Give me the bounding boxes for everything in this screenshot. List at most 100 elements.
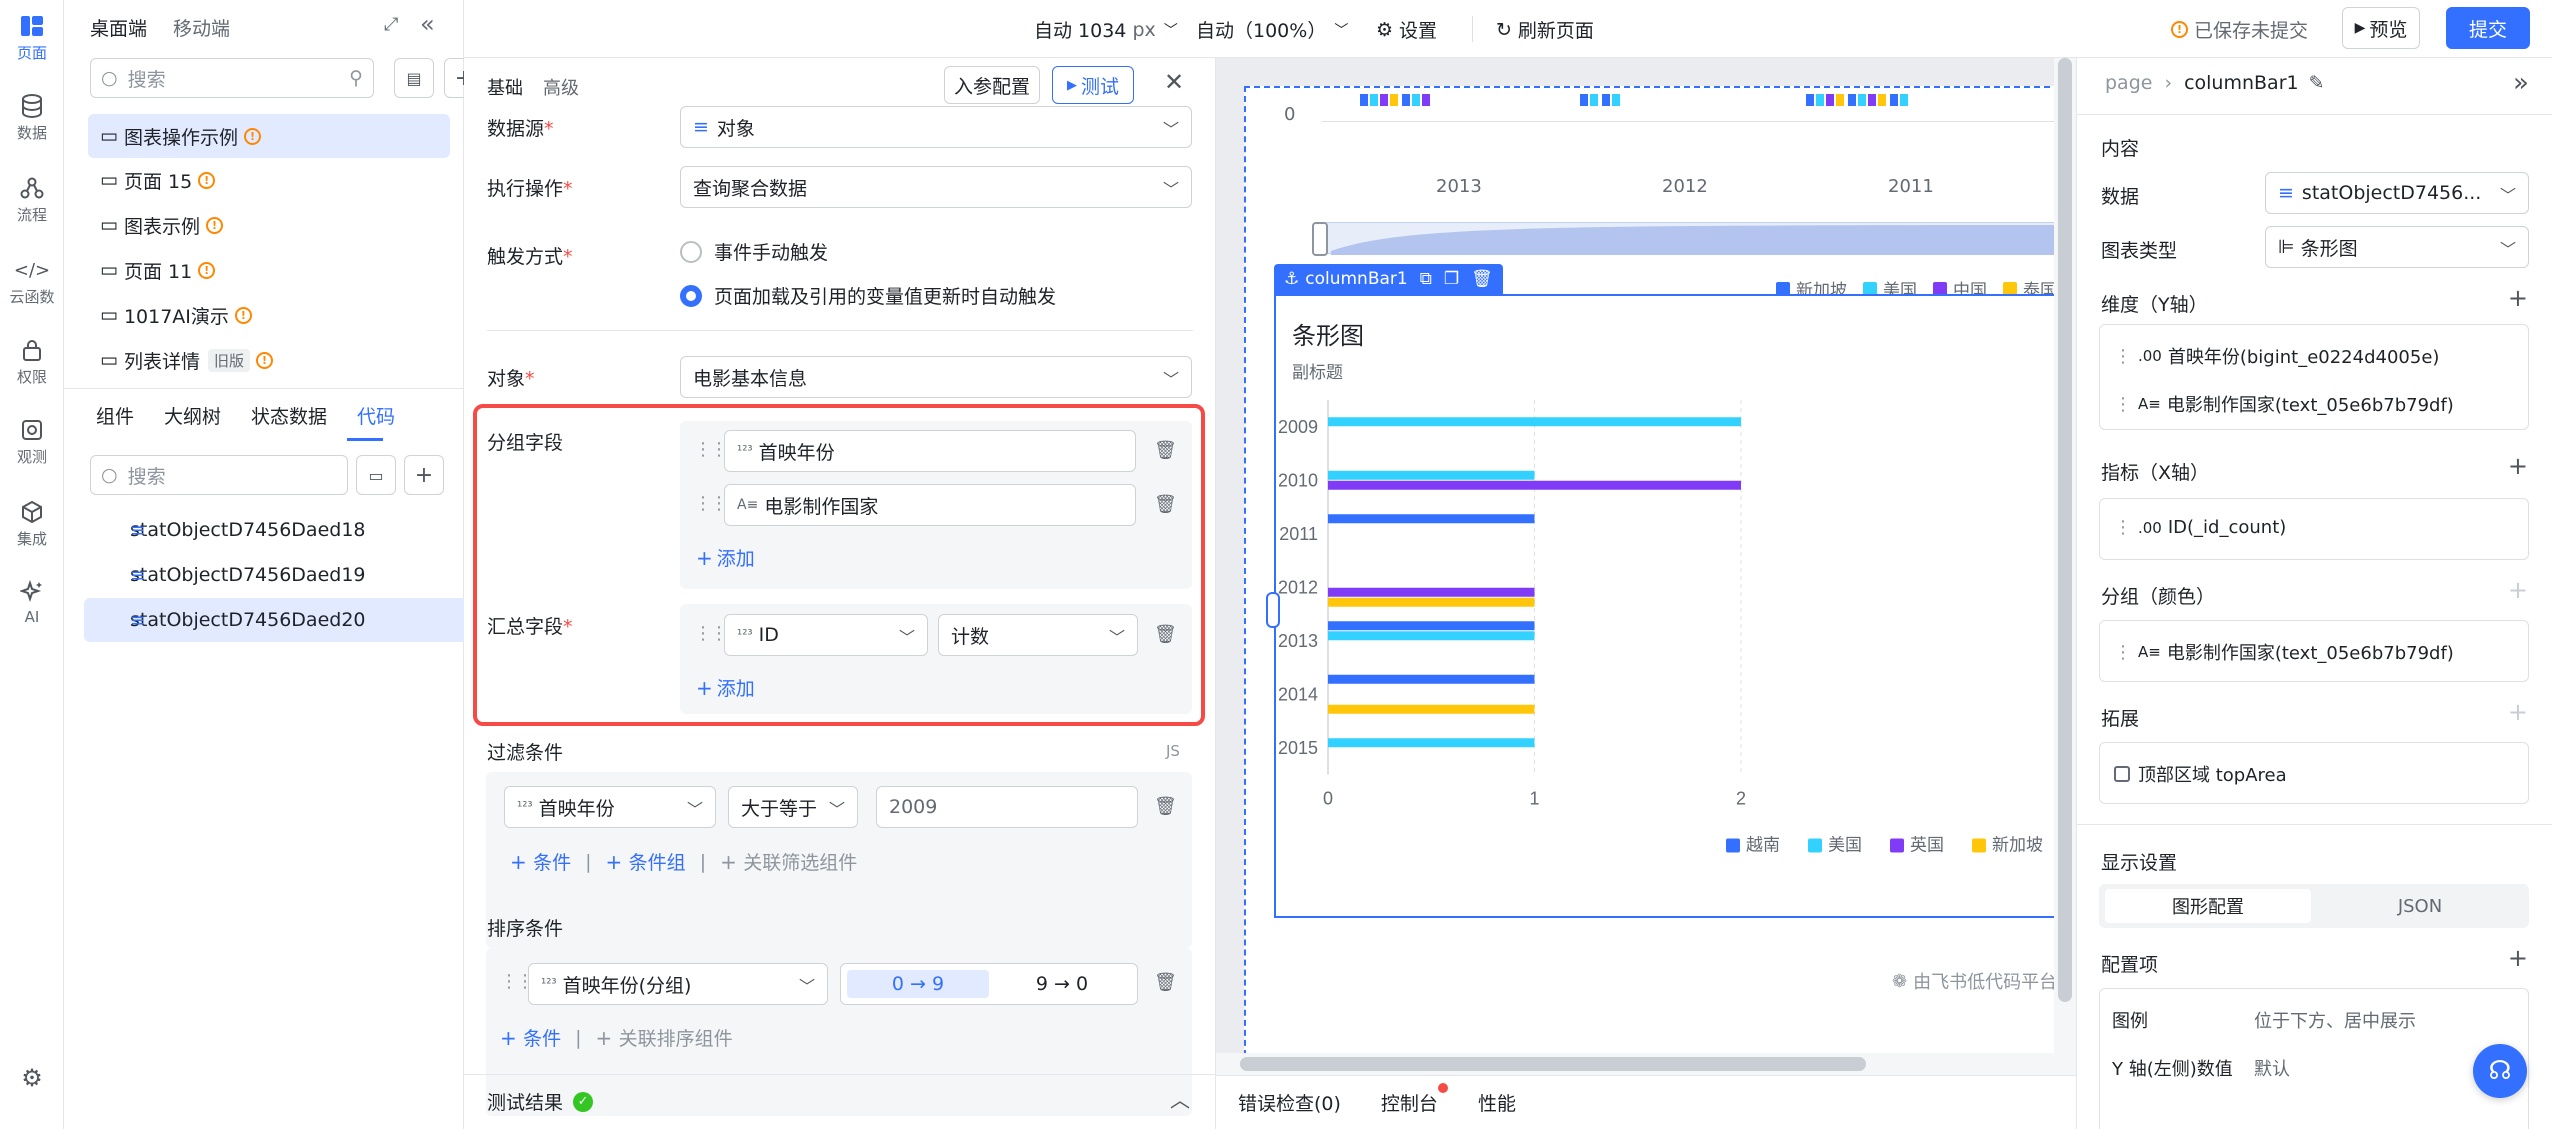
trigger-radio-auto[interactable]: 页面加载及引用的变量值更新时自动触发	[680, 282, 1056, 309]
rail-observe[interactable]: 观测	[0, 418, 64, 467]
rail-cloud-function[interactable]: </> 云函数	[0, 258, 64, 307]
scrollbar-thumb[interactable]	[2058, 58, 2072, 1002]
collapse-icon[interactable]: «	[420, 10, 435, 38]
error-check-tab[interactable]: 错误检查(0)	[1238, 1089, 1341, 1116]
width-select[interactable]: 自动 1034 px ﹀	[1034, 16, 1178, 43]
rail-integration[interactable]: 集成	[0, 500, 64, 549]
console-tab[interactable]: 控制台	[1381, 1083, 1448, 1116]
code-item-selected[interactable]: ≡ statObjectD7456Daed20	[84, 598, 514, 642]
add-group-field-button[interactable]: + 添加	[696, 544, 755, 571]
trash-icon[interactable]: 🗑	[1154, 494, 1177, 515]
add-sort-button[interactable]: + 条件	[500, 1024, 561, 1051]
settings-button[interactable]: ⚙ 设置	[1376, 16, 1437, 43]
code-item[interactable]: ≡ statObjectD7456Daed18	[84, 508, 514, 552]
tab-json[interactable]: JSON	[2317, 889, 2523, 923]
page-item[interactable]: ▭ 图表操作示例!	[88, 114, 450, 158]
filter-operator-select[interactable]: 大于等于 ﹀	[728, 786, 858, 828]
rail-settings[interactable]: ⚙	[0, 1064, 64, 1094]
chart-type-select[interactable]: ⊫ 条形图 ﹀	[2265, 226, 2529, 268]
tab-advanced[interactable]: 高级	[543, 74, 579, 100]
add-extension-icon[interactable]: +	[2508, 698, 2528, 726]
tab-components[interactable]: 组件	[96, 402, 134, 429]
datasource-select[interactable]: ≡ 对象 ﹀	[680, 106, 1192, 148]
drag-handle-icon[interactable]: ⋮⋮	[694, 493, 728, 514]
checkbox[interactable]	[2114, 766, 2130, 782]
tab-state-data[interactable]: 状态数据	[251, 402, 327, 429]
tab-code[interactable]: 代码	[357, 402, 395, 429]
page-item[interactable]: ▭ 页面 15!	[88, 158, 450, 202]
filter-field-select[interactable]: ¹²³ 首映年份 ﹀	[504, 786, 716, 828]
trigger-radio-manual[interactable]: 事件手动触发	[680, 238, 828, 265]
sort-desc-button[interactable]: 9 → 0	[991, 970, 1133, 998]
submit-button[interactable]: 提交	[2446, 7, 2530, 49]
dimension-item[interactable]: ⋮ .00 首映年份(bigint_e0224d4005e)	[2114, 343, 2439, 369]
rail-ai[interactable]: AI	[0, 580, 64, 626]
rail-permission[interactable]: 权限	[0, 338, 64, 387]
edit-icon[interactable]: ✎	[2309, 72, 2325, 94]
sort-asc-button[interactable]: 0 → 9	[847, 970, 989, 998]
performance-tab[interactable]: 性能	[1478, 1089, 1516, 1116]
yaxis-config-value[interactable]: 默认	[2254, 1055, 2290, 1081]
page-search[interactable]: ○ 搜索 ⚲	[90, 58, 374, 98]
aggregate-field-select[interactable]: ¹²³ ID ﹀	[724, 614, 928, 656]
aggregate-func-select[interactable]: 计数 ﹀	[938, 614, 1138, 656]
group-field-2[interactable]: A≡ 电影制作国家	[724, 484, 1136, 526]
add-dimension-icon[interactable]: +	[2508, 284, 2528, 312]
slider-handle[interactable]	[1312, 222, 1328, 256]
chevron-up-icon[interactable]: ︿	[1170, 1084, 1190, 1113]
action-select[interactable]: 查询聚合数据 ﹀	[680, 166, 1192, 208]
test-button[interactable]: ▶ 测试	[1052, 66, 1134, 104]
page-template-button[interactable]: ▤	[394, 58, 434, 98]
drag-handle-icon[interactable]: ⋮⋮	[694, 623, 728, 644]
code-item[interactable]: ≡ statObjectD7456Daed19	[84, 553, 514, 597]
component-name-tag[interactable]: ⚓ columnBar1	[1284, 269, 1408, 289]
filter-icon[interactable]: ⚲	[349, 67, 363, 89]
link-sort-button[interactable]: + 关联排序组件	[596, 1024, 733, 1051]
add-config-icon[interactable]: +	[2508, 944, 2528, 972]
link-filter-button[interactable]: + 关联筛选组件	[720, 848, 857, 875]
close-icon[interactable]: ✕	[1164, 68, 1184, 96]
tab-outline[interactable]: 大纲树	[164, 402, 221, 429]
refresh-button[interactable]: ↻ 刷新页面	[1496, 16, 1594, 43]
group-item[interactable]: ⋮ A≡ 电影制作国家(text_05e6b7b79df)	[2114, 639, 2454, 665]
filter-value-input[interactable]: 2009	[876, 786, 1138, 828]
add-metric-icon[interactable]: +	[2508, 452, 2528, 480]
rail-flow[interactable]: 流程	[0, 176, 64, 225]
copy-icon[interactable]: ⧉	[1420, 269, 1432, 289]
add-aggregate-field-button[interactable]: + 添加	[696, 674, 755, 701]
page-item[interactable]: ▭ 1017AI演示!	[88, 293, 450, 337]
help-headset-icon[interactable]: ☊	[2473, 1044, 2527, 1098]
test-result-header[interactable]: 测试结果 ✓	[487, 1088, 594, 1115]
data-select[interactable]: ≡ statObjectD7456... ﹀	[2265, 172, 2529, 214]
page-item[interactable]: ▭ 页面 11!	[88, 248, 450, 292]
add-group-icon[interactable]: +	[2508, 576, 2528, 604]
trash-icon[interactable]: 🗑	[1154, 972, 1177, 993]
extension-item[interactable]: 顶部区域 topArea	[2114, 761, 2287, 787]
drag-handle-icon[interactable]: ⋮⋮	[694, 439, 728, 460]
sort-field-select[interactable]: ¹²³ 首映年份(分组) ﹀	[528, 963, 828, 1005]
add-code-button[interactable]: +	[404, 455, 444, 495]
page-item[interactable]: ▭ 图表示例!	[88, 203, 450, 247]
breadcrumb-root[interactable]: page	[2105, 72, 2152, 94]
object-select[interactable]: 电影基本信息 ﹀	[680, 356, 1192, 398]
code-search[interactable]: ○ 搜索	[90, 455, 348, 495]
rail-page[interactable]: 页面	[0, 14, 64, 63]
trash-icon[interactable]: 🗑	[1154, 440, 1177, 461]
js-toggle[interactable]: JS	[1166, 742, 1180, 760]
rail-data[interactable]: 数据	[0, 94, 64, 143]
metric-item[interactable]: ⋮ .00 ID(_id_count)	[2114, 517, 2286, 538]
param-config-button[interactable]: 入参配置	[944, 66, 1040, 104]
add-condition-group-button[interactable]: + 条件组	[606, 848, 686, 875]
dimension-item[interactable]: ⋮ A≡ 电影制作国家(text_05e6b7b79df)	[2114, 391, 2454, 417]
tab-basic[interactable]: 基础	[487, 74, 523, 100]
scrollbar-thumb[interactable]	[1240, 1057, 1866, 1071]
datazoom-slider[interactable]	[1320, 222, 2073, 255]
page-item[interactable]: ▭ 列表详情 旧版!	[88, 338, 450, 382]
zoom-select[interactable]: 自动（100%） ﹀	[1196, 16, 1348, 43]
expand-icon[interactable]: ⤢	[384, 14, 398, 35]
tab-graphic-config[interactable]: 图形配置	[2105, 889, 2311, 923]
preview-button[interactable]: ▶ 预览	[2342, 7, 2420, 49]
collapse-panel-icon[interactable]: »	[2513, 68, 2529, 98]
tab-desktop[interactable]: 桌面端	[90, 14, 147, 41]
trash-icon[interactable]: 🗑	[1154, 796, 1177, 817]
